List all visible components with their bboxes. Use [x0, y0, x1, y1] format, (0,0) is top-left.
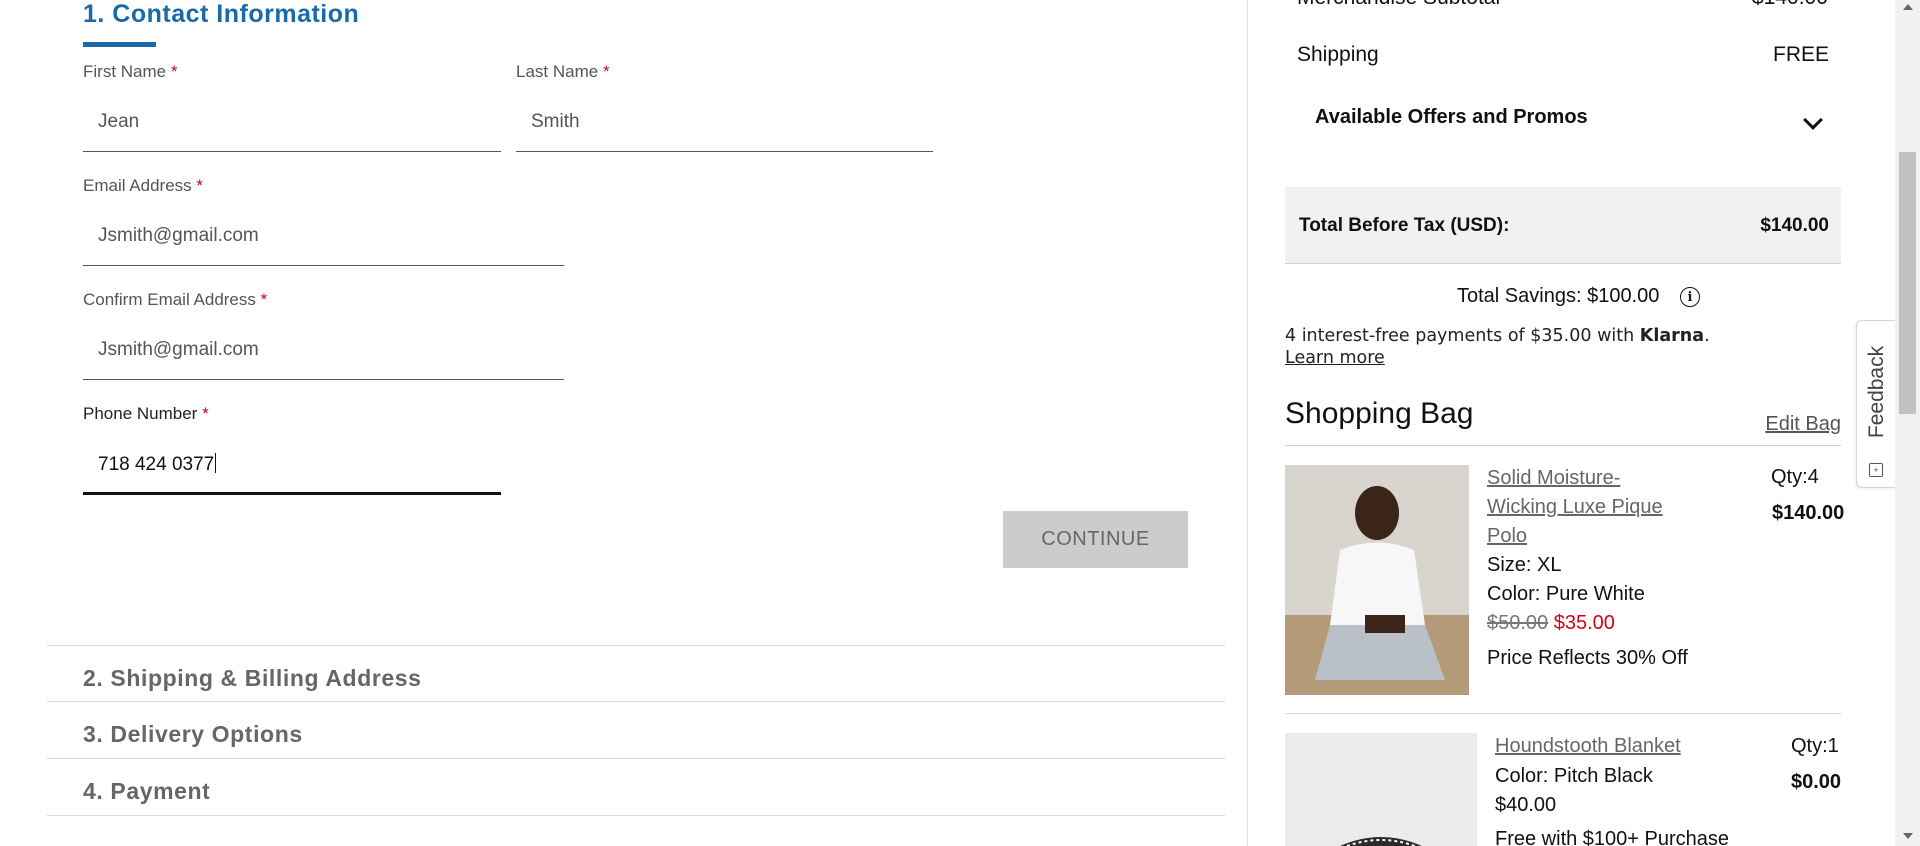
text-cursor [215, 453, 217, 473]
scrollbar-thumb[interactable] [1899, 152, 1916, 414]
first-name-label: First Name * [83, 62, 177, 82]
first-name-label-text: First Name [83, 62, 167, 81]
product-name-line: Solid Moisture- [1487, 467, 1621, 489]
column-divider [1247, 0, 1248, 846]
original-price: $50.00 [1487, 612, 1549, 634]
total-label: Total Before Tax (USD): [1299, 215, 1510, 236]
phone-label: Phone Number * [83, 404, 209, 424]
product-size: Size: XL [1487, 554, 1562, 576]
product-qty: Qty:4 [1771, 466, 1819, 488]
phone-label-text: Phone Number [83, 404, 198, 423]
last-name-underline [516, 151, 933, 152]
email-underline [83, 265, 564, 266]
step-shipping-billing[interactable]: 2. Shipping & Billing Address [83, 665, 422, 692]
step-divider [47, 758, 1225, 759]
feedback-tab[interactable]: Feedback + [1856, 320, 1896, 488]
feedback-label: Feedback [1864, 345, 1888, 439]
phone-input[interactable]: 718 424 0377 [98, 453, 217, 476]
bag-divider [1285, 445, 1841, 446]
total-value: $140.00 [1760, 215, 1829, 236]
confirm-email-label-text: Confirm Email Address [83, 290, 256, 309]
item-divider [1285, 713, 1841, 714]
email-label-text: Email Address [83, 176, 192, 195]
last-name-label-text: Last Name [516, 62, 599, 81]
product-price: $40.00 [1495, 794, 1557, 816]
product-name-line: Houndstooth Blanket [1495, 735, 1681, 757]
sale-price: $35.00 [1553, 612, 1615, 634]
continue-button[interactable]: CONTINUE [1003, 511, 1188, 568]
product-qty: Qty:1 [1791, 735, 1839, 757]
scroll-up-arrow-icon[interactable] [1903, 4, 1913, 10]
product-image-blanket[interactable] [1285, 733, 1477, 846]
product-price: $50.00 $35.00 [1487, 612, 1615, 635]
blanket-photo-illustration [1285, 733, 1477, 846]
step-divider [47, 645, 1225, 646]
total-savings: Total Savings: $100.00 [1457, 285, 1660, 307]
polo-photo-illustration [1285, 465, 1469, 695]
product-name-line: Wicking Luxe Pique [1487, 496, 1663, 518]
required-marker: * [260, 290, 268, 309]
edit-bag-link[interactable]: Edit Bag [1765, 413, 1841, 436]
klarna-period: . [1704, 326, 1710, 346]
step-divider [47, 815, 1225, 816]
product-name-line: Polo [1487, 525, 1528, 547]
total-before-tax-box: Total Before Tax (USD): $140.00 [1285, 187, 1841, 264]
product-discount-note: Price Reflects 30% Off [1487, 647, 1688, 669]
klarna-message: 4 interest-free payments of $35.00 with … [1285, 326, 1710, 346]
info-icon[interactable]: i [1680, 287, 1700, 307]
phone-underline-focused [83, 492, 501, 495]
scroll-down-arrow-icon[interactable] [1903, 833, 1913, 839]
product-promo-note: Free with $100+ Purchase [1495, 828, 1730, 846]
shopping-bag-title: Shopping Bag [1285, 397, 1474, 430]
step-divider [47, 701, 1225, 702]
required-marker: * [196, 176, 204, 195]
required-marker: * [602, 62, 610, 81]
product-name-polo[interactable]: Solid Moisture- Wicking Luxe Pique Polo [1487, 464, 1663, 551]
confirm-email-underline [83, 379, 564, 380]
step-payment[interactable]: 4. Payment [83, 778, 210, 805]
klarna-text: 4 interest-free payments of $35.00 with [1285, 326, 1635, 346]
required-marker: * [170, 62, 178, 81]
confirm-email-input[interactable]: Jsmith@gmail.com [98, 339, 259, 361]
product-color: Color: Pitch Black [1495, 765, 1653, 787]
first-name-underline [83, 151, 501, 152]
shipping-value: FREE [1773, 43, 1830, 66]
chevron-down-icon[interactable] [1803, 110, 1823, 130]
email-label: Email Address * [83, 176, 203, 196]
phone-input-text: 718 424 0377 [98, 454, 215, 475]
confirm-email-label: Confirm Email Address * [83, 290, 267, 310]
product-name-blanket[interactable]: Houndstooth Blanket [1495, 732, 1681, 761]
last-name-input[interactable]: Smith [531, 111, 580, 133]
offers-promos-toggle[interactable]: Available Offers and Promos [1315, 106, 1588, 129]
product-image-polo[interactable] [1285, 465, 1469, 695]
feedback-icon: + [1869, 463, 1883, 477]
first-name-input[interactable]: Jean [98, 111, 139, 133]
klarna-logo: Klarna [1639, 326, 1705, 346]
subtotal-label: Merchandise Subtotal [1297, 0, 1500, 10]
product-color: Color: Pure White [1487, 583, 1645, 605]
last-name-label: Last Name * [516, 62, 610, 82]
subtotal-value: $140.00 [1752, 0, 1828, 10]
product-line-price: $0.00 [1791, 771, 1842, 793]
step-delivery-options[interactable]: 3. Delivery Options [83, 721, 303, 748]
scrollbar-track[interactable] [1895, 0, 1920, 846]
contact-section-title[interactable]: 1. Contact Information [83, 0, 359, 29]
shipping-label: Shipping [1297, 43, 1379, 66]
required-marker: * [202, 404, 209, 423]
product-line-price: $140.00 [1772, 502, 1845, 524]
email-input[interactable]: Jsmith@gmail.com [98, 225, 259, 247]
checkout-form-column: 1. Contact Information First Name * Jean… [0, 0, 1248, 846]
klarna-learn-more-link[interactable]: Learn more [1285, 348, 1385, 368]
section-title-underline [83, 42, 156, 47]
